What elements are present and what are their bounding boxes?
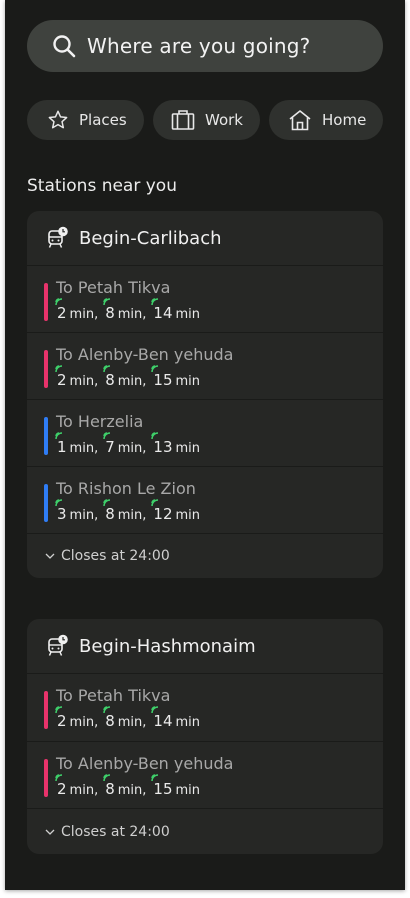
arrival-times: 1 min, 7 min, 13 min (55, 432, 206, 456)
home-icon (289, 110, 311, 131)
station-name: Begin-Carlibach (79, 227, 222, 249)
route-row[interactable]: To Petah Tikva 2 min, 8 min, 14 min (27, 674, 383, 742)
live-signal-icon (151, 432, 159, 440)
live-signal-icon (151, 499, 159, 507)
route-row[interactable]: To Alenby-Ben yehuda 2 min, 8 min, 15 min (27, 333, 383, 400)
search-bar[interactable]: Where are you going? (27, 20, 383, 72)
arrival-time: 7 min, (103, 432, 146, 456)
arrival-times: 2 min, 8 min, 14 min (55, 706, 206, 730)
arrival-times: 2 min, 8 min, 15 min (55, 365, 206, 389)
arrival-time: 2 min, (55, 365, 98, 389)
arrival-time: 15 min (151, 774, 200, 798)
line-color-bar (44, 759, 48, 797)
route-destination: To Herzelia (56, 412, 144, 431)
chevron-down-icon (45, 553, 55, 559)
live-signal-icon (151, 365, 159, 373)
section-title: Stations near you (27, 176, 177, 196)
line-color-bar (44, 484, 48, 522)
arrival-time: 8 min, (103, 298, 146, 322)
line-color-bar (44, 350, 48, 388)
arrival-time: 8 min, (103, 499, 146, 523)
route-row[interactable]: To Rishon Le Zion 3 min, 8 min, 12 min (27, 467, 383, 534)
live-signal-icon (55, 365, 63, 373)
home-chip[interactable]: Home (269, 100, 383, 140)
live-signal-icon (151, 298, 159, 306)
line-color-bar (44, 417, 48, 455)
station-name: Begin-Hashmonaim (79, 635, 256, 657)
train-clock-icon (48, 226, 68, 248)
line-color-bar (44, 283, 48, 321)
line-color-bar (44, 691, 48, 729)
chevron-down-icon (45, 829, 55, 835)
arrival-time: 8 min, (103, 365, 146, 389)
route-destination: To Rishon Le Zion (56, 479, 196, 498)
briefcase-icon (171, 110, 195, 130)
search-placeholder: Where are you going? (87, 34, 311, 58)
arrival-time: 12 min (151, 499, 200, 523)
live-signal-icon (103, 774, 111, 782)
closing-time[interactable]: Closes at 24:00 (27, 534, 383, 578)
station-card[interactable]: Begin-Hashmonaim To Petah Tikva 2 min, 8m… (27, 619, 383, 854)
station-header[interactable]: Begin-Hashmonaim (27, 619, 383, 674)
app-screen: Where are you going? Places Work Home St… (5, 0, 405, 890)
arrival-time: 1 min, (55, 432, 98, 456)
live-signal-icon (103, 499, 111, 507)
home-label: Home (322, 111, 367, 129)
route-row[interactable]: To Herzelia 1 min, 7 min, 13 min (27, 400, 383, 467)
route-row[interactable]: To Petah Tikva 2 min, 8 min, 14 min (27, 266, 383, 333)
route-row[interactable]: To Alenby-Ben yehuda 2 min, 8 min, 15 min (27, 742, 383, 809)
arrival-time: 15 min (151, 365, 200, 389)
places-chip[interactable]: Places (27, 100, 144, 140)
live-signal-icon (103, 706, 111, 714)
arrival-time: 2 min, (55, 774, 98, 798)
arrival-time: 8 min, (103, 774, 146, 798)
live-signal-icon (55, 706, 63, 714)
station-card[interactable]: Begin-Carlibach To Petah Tikva 2 min, 8 mi… (27, 211, 383, 578)
closing-time-label: Closes at 24:00 (61, 823, 170, 840)
arrival-time: 8 min, (103, 706, 146, 730)
arrival-times: 2 min, 8 min, 14 min (55, 298, 206, 322)
station-header[interactable]: Begin-Carlibach (27, 211, 383, 266)
arrival-time: 3 min, (55, 499, 98, 523)
live-signal-icon (103, 365, 111, 373)
arrival-time: 14 min (151, 706, 200, 730)
arrival-times: 2 min, 8 min, 15 min (55, 774, 206, 798)
live-signal-icon (55, 298, 63, 306)
work-chip[interactable]: Work (153, 100, 260, 140)
route-destination: To Petah Tikva (56, 686, 171, 705)
star-icon (48, 110, 68, 129)
live-signal-icon (103, 432, 111, 440)
places-label: Places (79, 111, 127, 129)
closing-time[interactable]: Closes at 24:00 (27, 809, 383, 854)
closing-time-label: Closes at 24:00 (61, 548, 170, 564)
route-destination: To Alenby-Ben yehuda (56, 754, 234, 773)
live-signal-icon (55, 774, 63, 782)
arrival-time: 13 min (151, 432, 200, 456)
arrival-time: 2 min, (55, 298, 98, 322)
work-label: Work (205, 111, 243, 129)
quick-links: Places Work Home (27, 100, 383, 140)
search-icon (53, 35, 76, 58)
live-signal-icon (55, 432, 63, 440)
arrival-time: 2 min, (55, 706, 98, 730)
train-clock-icon (48, 634, 68, 656)
route-destination: To Alenby-Ben yehuda (56, 345, 234, 364)
route-destination: To Petah Tikva (56, 278, 171, 297)
arrival-times: 3 min, 8 min, 12 min (55, 499, 206, 523)
live-signal-icon (103, 298, 111, 306)
arrival-time: 14 min (151, 298, 200, 322)
live-signal-icon (151, 706, 159, 714)
live-signal-icon (151, 774, 159, 782)
live-signal-icon (55, 499, 63, 507)
